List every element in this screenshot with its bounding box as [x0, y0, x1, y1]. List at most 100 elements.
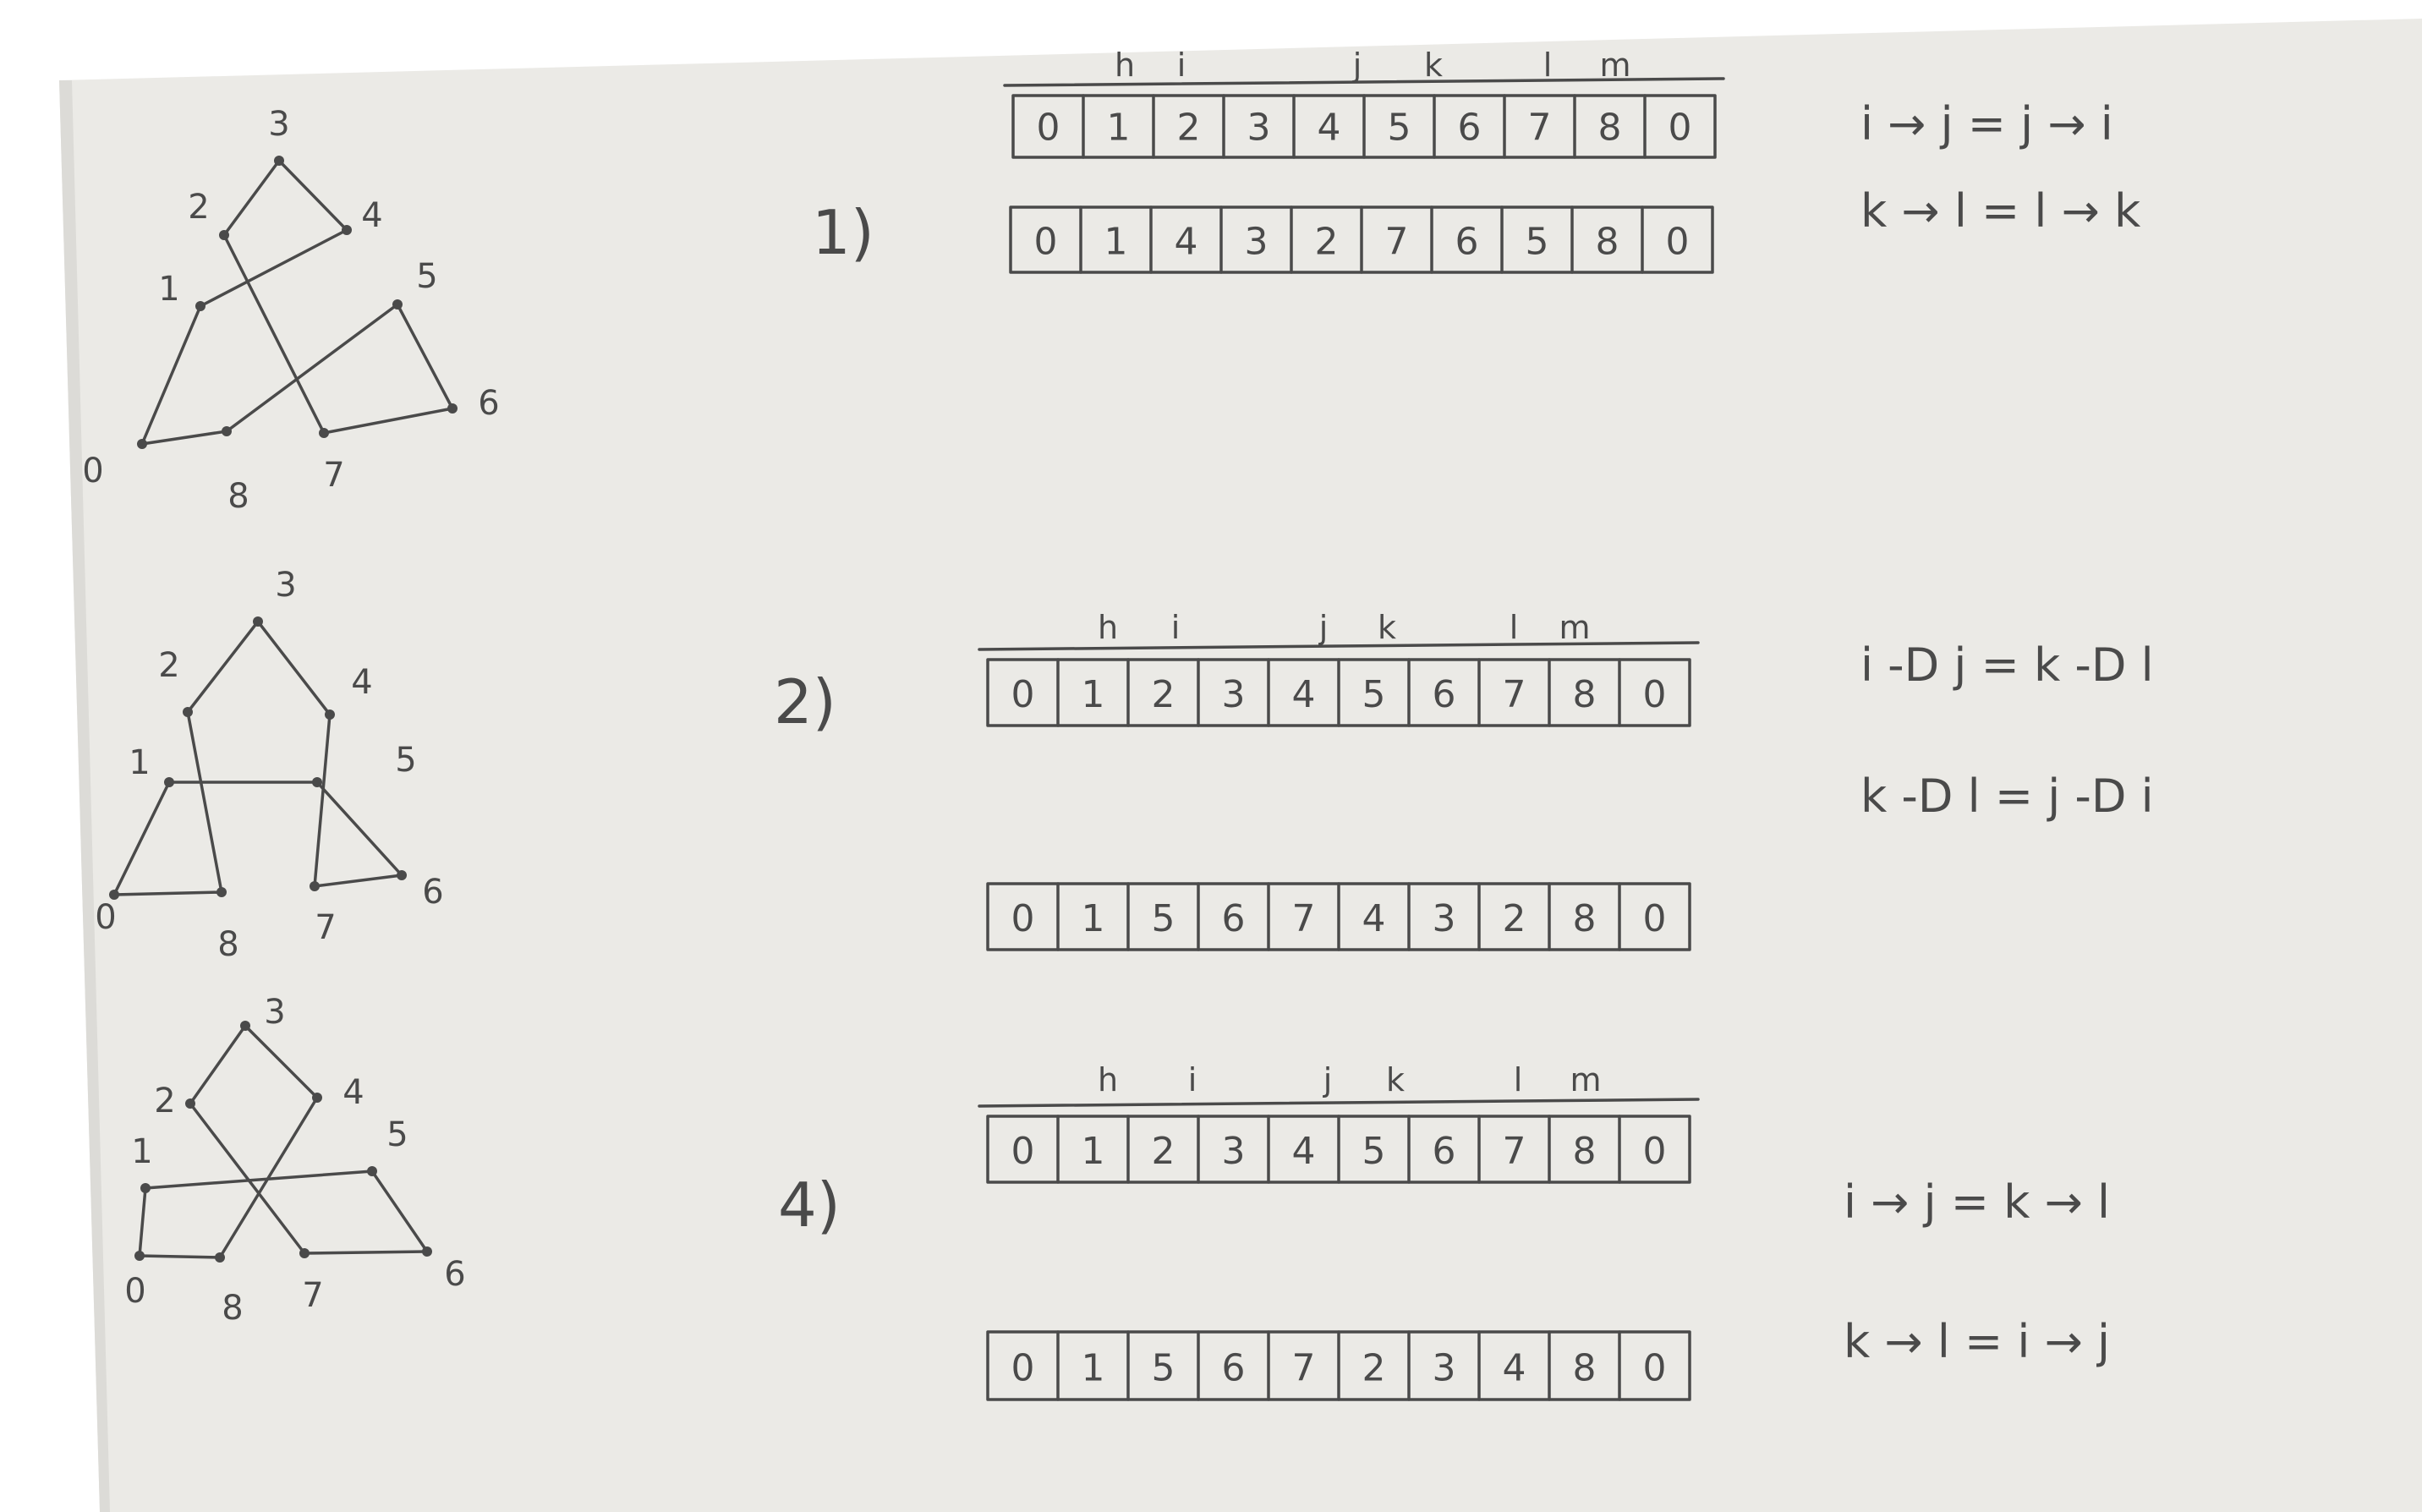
node-label: 2 [154, 1082, 175, 1120]
node-label: 0 [124, 1272, 145, 1311]
node-label: 1 [158, 270, 179, 309]
graph-node [195, 301, 205, 311]
graph-node [274, 156, 284, 166]
array-cell: 5 [1526, 220, 1549, 263]
array-cell: 0 [1669, 107, 1692, 150]
array-cell: 1 [1082, 1347, 1105, 1390]
graph-node [215, 1252, 225, 1263]
array-cell: 5 [1388, 107, 1411, 150]
graph-node [392, 299, 403, 310]
graph-node [325, 709, 335, 720]
array-cell: 0 [1643, 1130, 1667, 1173]
index-marker: i [1177, 47, 1186, 84]
array-cell: 1 [1104, 220, 1128, 263]
array-cell: 5 [1362, 673, 1386, 716]
array-cell: 2 [1362, 1347, 1386, 1390]
array-cell: 8 [1573, 897, 1597, 940]
index-marker: h [1115, 47, 1135, 84]
array-cell: 1 [1107, 107, 1131, 150]
index-marker: h [1098, 609, 1118, 646]
array-cell: 5 [1362, 1130, 1386, 1173]
array-cell: 8 [1596, 220, 1619, 263]
node-label: 3 [264, 993, 285, 1032]
index-marker: i [1171, 609, 1181, 646]
node-label: 8 [217, 925, 238, 964]
graph-node [397, 870, 407, 880]
section-label: 2) [774, 666, 836, 737]
graph-node [299, 1248, 310, 1258]
swap-equation: k → l = i → j [1844, 1315, 2110, 1368]
notebook-sheet: 3 2 4 1 5 6 0 8 7 1) 0 1 2 3 4 5 6 7 8 0 h i j k l m 0 1 4 3 2 7 6 5 8 0 i →… [59, 19, 2422, 1512]
array-cell: 2 [1315, 220, 1339, 263]
array-cell: 8 [1598, 107, 1622, 150]
array-cell: 8 [1573, 1347, 1597, 1390]
graph-node [185, 1098, 195, 1109]
array-cell: 0 [1643, 673, 1667, 716]
array-cell: 0 [1037, 107, 1060, 150]
array-cell: 3 [1247, 107, 1271, 150]
index-marker: l [1543, 47, 1553, 84]
array-cell: 0 [1011, 1130, 1035, 1173]
array-cell: 7 [1528, 107, 1552, 150]
graph-node [219, 230, 229, 240]
section-label: 1) [812, 197, 874, 268]
graph-node [422, 1246, 432, 1257]
graph-node [164, 777, 174, 787]
graph-node [216, 887, 227, 897]
array-cell: 0 [1011, 673, 1035, 716]
array-cell: 0 [1011, 897, 1035, 940]
node-label: 8 [222, 1289, 243, 1328]
graph-node [140, 1183, 151, 1193]
index-marker: m [1570, 1061, 1601, 1098]
node-label: 3 [275, 566, 296, 605]
index-marker: j [1323, 1061, 1333, 1098]
array-cell: 3 [1222, 673, 1246, 716]
node-label: 4 [342, 1073, 364, 1112]
array-cell: 1 [1082, 1130, 1105, 1173]
array-cell: 3 [1433, 1347, 1456, 1390]
node-label: 2 [158, 646, 179, 685]
index-marker: k [1378, 609, 1396, 646]
index-marker: i [1188, 1061, 1197, 1098]
index-marker: j [1352, 47, 1362, 84]
array-cell: 3 [1222, 1130, 1246, 1173]
swap-equation: i → j = k → l [1844, 1175, 2110, 1229]
array-cell: 0 [1034, 220, 1058, 263]
array-cell: 7 [1503, 1130, 1526, 1173]
array-cell: 4 [1175, 220, 1198, 263]
node-label: 5 [395, 741, 416, 780]
graph-node [137, 439, 147, 449]
node-label: 0 [82, 452, 103, 490]
array-cell: 3 [1433, 897, 1456, 940]
array-cell: 1 [1082, 673, 1105, 716]
node-label: 6 [444, 1255, 465, 1294]
array-cell: 7 [1503, 673, 1526, 716]
node-label: 7 [323, 456, 344, 495]
index-marker: m [1599, 47, 1630, 84]
swap-equation: i -D j = k -D l [1860, 638, 2154, 692]
node-label: 7 [302, 1276, 323, 1315]
array-cell: 2 [1152, 1130, 1175, 1173]
array-cell: 0 [1666, 220, 1690, 263]
array-cell: 5 [1152, 897, 1175, 940]
graph-node [312, 777, 322, 787]
index-marker: h [1098, 1061, 1118, 1098]
index-marker: m [1559, 609, 1590, 646]
array-cell: 4 [1318, 107, 1341, 150]
graph-node [312, 1093, 322, 1103]
array-cell: 8 [1573, 673, 1597, 716]
array-cell: 6 [1433, 1130, 1456, 1173]
array-cell: 8 [1573, 1130, 1597, 1173]
node-label: 2 [188, 188, 209, 227]
array-cell: 4 [1292, 673, 1316, 716]
array-cell: 2 [1503, 897, 1526, 940]
array-cell: 3 [1245, 220, 1269, 263]
graph-node [240, 1021, 250, 1031]
graph-edge [138, 1254, 222, 1259]
graph-node [447, 403, 458, 414]
index-marker: j [1318, 609, 1329, 646]
graph-node [253, 616, 263, 627]
array-cell: 7 [1292, 897, 1316, 940]
array-cell: 6 [1433, 673, 1456, 716]
swap-equation: i → j = j → i [1860, 97, 2113, 151]
